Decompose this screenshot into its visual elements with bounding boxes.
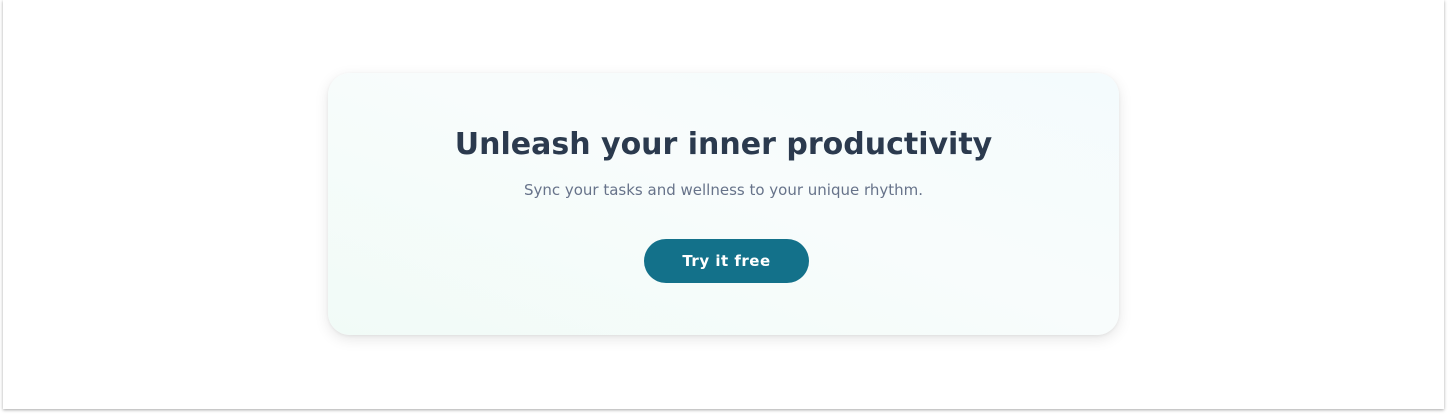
- try-free-button[interactable]: Try it free: [644, 239, 809, 283]
- page-frame: Unleash your inner productivity Sync you…: [3, 0, 1444, 409]
- hero-card: Unleash your inner productivity Sync you…: [328, 73, 1119, 335]
- hero-title: Unleash your inner productivity: [454, 127, 993, 162]
- hero-subtitle: Sync your tasks and wellness to your uni…: [523, 181, 924, 199]
